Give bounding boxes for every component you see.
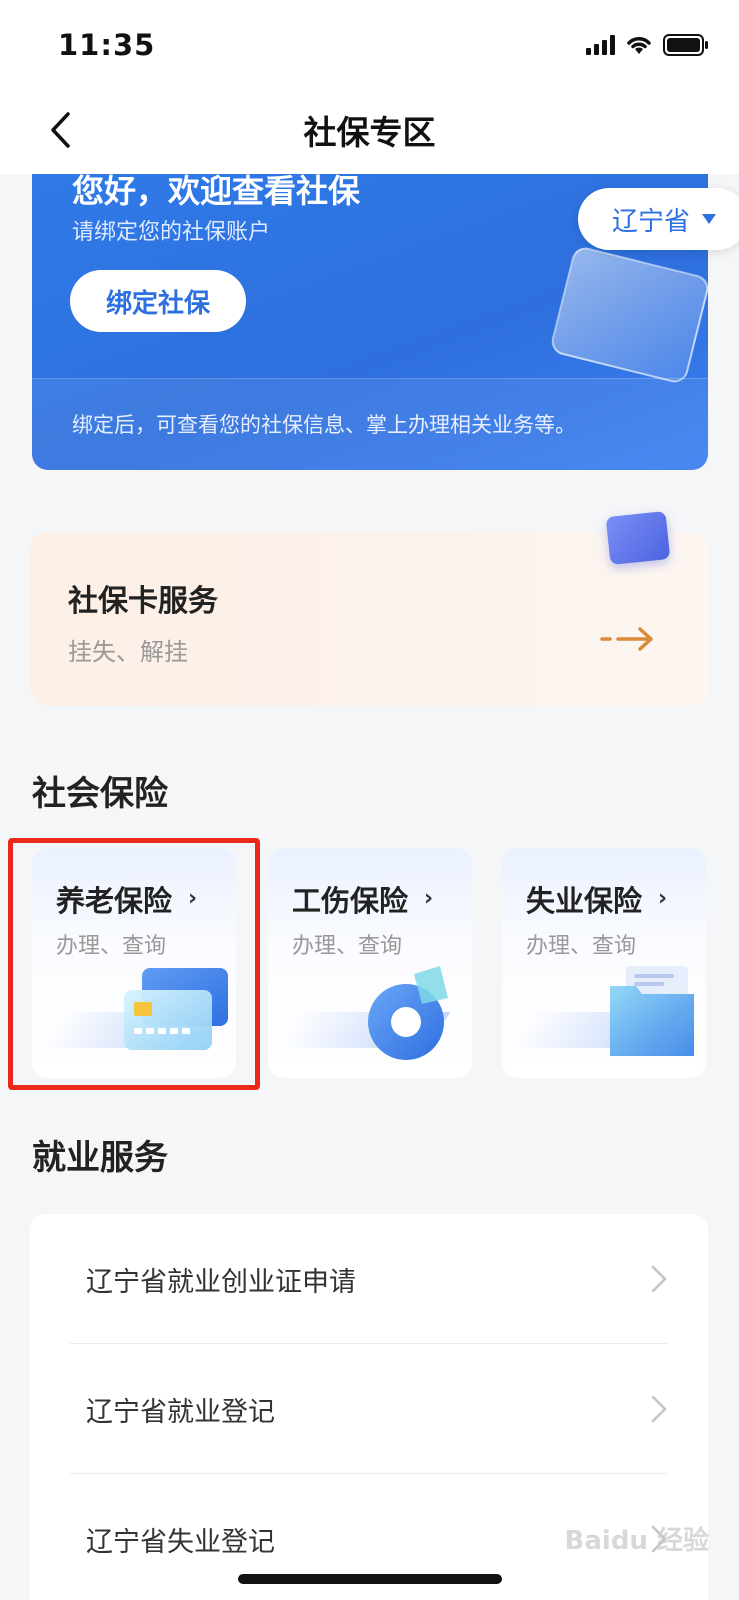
nav-bar: 社保专区 [0,92,739,174]
chevron-right-icon [651,1395,667,1423]
pie-chart-icon [368,966,448,1060]
status-bar: 11:35 [0,0,739,92]
home-indicator[interactable] [238,1574,502,1584]
caret-down-icon [702,214,717,224]
hero-subtitle: 请绑定您的社保账户 [72,220,271,245]
section-title-employment: 就业服务 [32,1138,168,1178]
wifi-icon [627,37,651,54]
status-icons [586,34,709,56]
insurance-title: 工伤保险 [292,884,409,918]
card-service-subtitle: 挂失、解挂 [68,638,188,666]
list-item-label: 辽宁省就业登记 [86,1397,275,1428]
section-title-social-insurance: 社会保险 [32,774,168,814]
battery-icon [663,34,708,56]
card-service-title: 社保卡服务 [68,584,218,619]
list-item-label: 辽宁省就业创业证申请 [86,1267,356,1298]
chevron-right-icon: › [658,886,668,911]
region-selector[interactable]: 辽宁省 [578,188,739,250]
watermark: Baidu 经验 [564,1526,709,1556]
insurance-subtitle: 办理、查询 [526,934,637,959]
folder-icon [610,966,694,1056]
card-illustration [548,244,708,386]
page-title: 社保专区 [303,113,436,152]
work-injury-insurance-card[interactable]: 工伤保险 › 办理、查询 [268,848,472,1078]
chevron-right-icon: › [424,886,434,911]
arrow-right-icon [600,627,653,651]
cellular-signal-icon [586,35,615,55]
bind-social-security-button[interactable]: 绑定社保 [70,270,246,332]
status-time: 11:35 [58,28,156,62]
highlight-box [8,838,260,1090]
card-service-entry[interactable]: 社保卡服务 挂失、解挂 [30,510,708,706]
chevron-right-icon [651,1265,667,1293]
card-icon [605,510,671,566]
list-item-employment-registration[interactable]: 辽宁省就业登记 [70,1344,668,1474]
unemployment-insurance-card[interactable]: 失业保险 › 办理、查询 [502,848,706,1078]
list-item-employment-certificate[interactable]: 辽宁省就业创业证申请 [70,1214,668,1344]
region-label: 辽宁省 [612,206,691,237]
list-item-label: 辽宁省失业登记 [86,1527,275,1558]
hero-footer-text: 绑定后，可查看您的社保信息、掌上办理相关业务等。 [72,413,576,437]
insurance-title: 失业保险 [526,884,643,918]
insurance-subtitle: 办理、查询 [292,934,403,959]
hero-footer: 绑定后，可查看您的社保信息、掌上办理相关业务等。 [32,378,708,470]
